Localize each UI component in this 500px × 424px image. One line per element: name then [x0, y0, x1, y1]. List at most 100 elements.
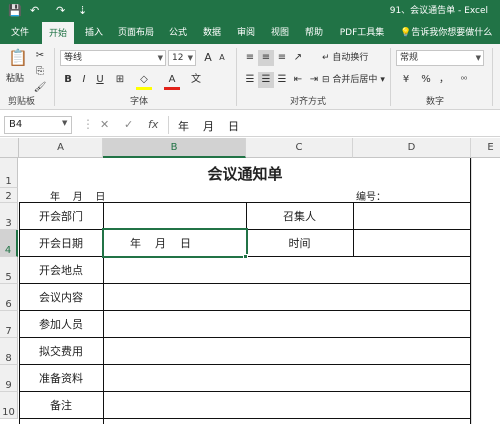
tab-review[interactable]: 审阅 [232, 22, 260, 44]
column-header-c[interactable]: C [246, 138, 353, 158]
window-title: 91、会议通告单 - Excel [389, 6, 488, 16]
worksheet[interactable]: A B C D E 1 2 3 4 5 6 7 8 9 10 会议通知单 年 月… [0, 138, 500, 424]
fill-handle[interactable] [243, 254, 248, 259]
tell-me-box[interactable]: 💡告诉我你想要做什么 [400, 22, 492, 44]
fill-color-swatch [136, 87, 152, 90]
tab-pdf-tools[interactable]: PDF工具集 [334, 22, 390, 44]
column-header-d[interactable]: D [353, 138, 471, 158]
chevron-down-icon: ▾ [380, 75, 385, 85]
row-header-8[interactable]: 8 [0, 338, 18, 365]
insert-function-icon[interactable]: fx [148, 118, 158, 131]
increase-indent-icon[interactable]: ⇥ [306, 72, 322, 88]
paste-button[interactable]: 粘贴 [6, 72, 24, 86]
undo-icon[interactable]: ↶ [30, 4, 39, 18]
group-separator [390, 48, 391, 106]
currency-icon[interactable]: ¥ [398, 72, 414, 88]
lightbulb-icon: 💡 [400, 28, 412, 38]
cell-a3[interactable]: 开会部门 [19, 203, 103, 229]
number-format-value: 常规 [400, 53, 419, 63]
tab-view[interactable]: 视图 [266, 22, 294, 44]
sheet-title[interactable]: 会议通知单 [19, 158, 471, 188]
fill-color-icon[interactable]: ◇ [136, 72, 152, 88]
underline-button[interactable]: U [92, 72, 108, 88]
save-icon[interactable]: 💾 [8, 4, 22, 18]
column-header-a[interactable]: A [19, 138, 103, 158]
group-separator [54, 48, 55, 106]
alignment-group-label: 对齐方式 [290, 97, 327, 107]
decrease-indent-icon[interactable]: ⇤ [290, 72, 306, 88]
tab-formulas[interactable]: 公式 [164, 22, 192, 44]
redo-icon[interactable]: ↷ [56, 4, 65, 18]
tab-data[interactable]: 数据 [198, 22, 226, 44]
merge-center-button[interactable]: ⊟ 合并后居中 ▾ [322, 73, 385, 87]
borders-icon[interactable]: ⊞ [112, 72, 128, 88]
ribbon: 📋 粘贴 ✂ ⎘ 🖌 剪贴板 等线 ▼ 12 ▼ A A B I U ⊞ ◇ A 文… [0, 44, 500, 110]
number-format-select[interactable]: 常规 ▼ [396, 50, 484, 66]
tab-home[interactable]: 开始 [42, 22, 74, 44]
percent-button[interactable]: % [418, 72, 434, 88]
align-center-icon[interactable]: ☰ [258, 72, 274, 88]
chevron-down-icon[interactable]: ▼ [62, 119, 67, 127]
tab-file[interactable]: 文件 [4, 22, 36, 44]
align-bottom-icon[interactable]: ≡ [274, 50, 290, 66]
row-header-10[interactable]: 10 [0, 392, 18, 419]
enter-icon[interactable]: ✓ [124, 118, 133, 131]
cell-a5[interactable]: 开会地点 [19, 257, 103, 283]
align-top-icon[interactable]: ≡ [242, 50, 258, 66]
customize-toolbar-icon[interactable]: ⇣ [78, 4, 87, 18]
cell-a9[interactable]: 准备资料 [19, 365, 103, 391]
row-header-9[interactable]: 9 [0, 365, 18, 392]
cell-d2-number[interactable]: 编号： [356, 188, 416, 203]
row-header-3[interactable]: 3 [0, 203, 18, 230]
tell-me-text: 告诉我你想要做什么 [411, 28, 493, 38]
font-size-select[interactable]: 12 ▼ [168, 50, 196, 66]
tab-page-layout[interactable]: 页面布局 [114, 22, 158, 44]
select-all-corner[interactable] [0, 138, 19, 158]
align-left-icon[interactable]: ☰ [242, 72, 258, 88]
formula-divider [168, 116, 169, 134]
font-name-select[interactable]: 等线 ▼ [60, 50, 166, 66]
clipboard-group-label: 剪贴板 [8, 97, 36, 107]
orientation-icon[interactable]: ↗ [290, 50, 306, 66]
row-header-4[interactable]: 4 [0, 230, 18, 257]
column-header-e[interactable]: E [471, 138, 500, 158]
italic-button[interactable]: I [76, 72, 92, 88]
cell-c4[interactable]: 时间 [246, 230, 353, 256]
align-right-icon[interactable]: ☰ [274, 72, 290, 88]
row-header-1[interactable]: 1 [0, 158, 18, 188]
tab-insert[interactable]: 插入 [80, 22, 108, 44]
copy-icon[interactable]: ⎘ [32, 64, 48, 80]
font-size-value: 12 [172, 53, 184, 63]
cell-a10[interactable]: 备注 [19, 392, 103, 418]
phonetic-icon[interactable]: 文 [188, 72, 204, 88]
align-middle-icon[interactable]: ≡ [258, 50, 274, 66]
row-header-2[interactable]: 2 [0, 188, 18, 203]
group-separator [236, 48, 237, 106]
row-header-7[interactable]: 7 [0, 311, 18, 338]
chevron-down-icon: ▼ [475, 54, 481, 62]
formula-bar: B4 ▼ ⋮ ✕ ✓ fx 年 月 日 [0, 113, 500, 137]
shrink-font-button[interactable]: A [214, 50, 230, 66]
more-icon: ⋮ [82, 117, 94, 131]
bold-button[interactable]: B [60, 72, 76, 88]
wrap-text-button[interactable]: ↵ 自动换行 [322, 51, 368, 65]
cell-a6[interactable]: 会议内容 [19, 284, 103, 310]
cancel-icon[interactable]: ✕ [100, 118, 109, 131]
tab-help[interactable]: 帮助 [300, 22, 328, 44]
paste-icon[interactable]: 📋 [8, 50, 28, 72]
font-color-icon[interactable]: A [164, 72, 180, 88]
formula-input[interactable]: 年 月 日 [178, 118, 239, 134]
cell-c3[interactable]: 召集人 [246, 203, 353, 229]
cell-a2-date[interactable]: 年 月 日 [50, 188, 140, 203]
cut-icon[interactable]: ✂ [32, 48, 48, 64]
row-header-6[interactable]: 6 [0, 284, 18, 311]
increase-decimal-icon[interactable]: ⁰⁰ [456, 72, 472, 88]
cell-a8[interactable]: 拟交费用 [19, 338, 103, 364]
title-bar: 💾 ↶ ↷ ⇣ 91、会议通告单 - Excel [0, 0, 500, 22]
comma-button[interactable]: ， [436, 72, 452, 88]
row-header-5[interactable]: 5 [0, 257, 18, 284]
cell-a4[interactable]: 开会日期 [19, 230, 103, 256]
table-border [19, 418, 471, 419]
column-header-b[interactable]: B [103, 138, 246, 158]
cell-a7[interactable]: 参加人员 [19, 311, 103, 337]
